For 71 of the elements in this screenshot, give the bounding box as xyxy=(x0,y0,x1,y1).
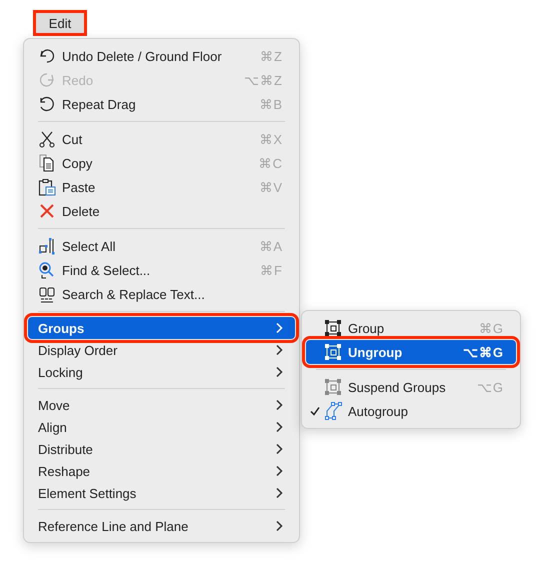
menu-item-label: Cut xyxy=(62,132,84,146)
menu-item[interactable]: Delete xyxy=(28,199,295,223)
menu-item-label: Undo Delete / Ground Floor xyxy=(62,48,223,64)
menu-item-label: Reshape xyxy=(38,464,92,478)
menu-item-label: Search & Replace Text... xyxy=(62,286,206,302)
menu-item-label: Ungroup xyxy=(348,344,404,360)
menu-item[interactable]: Reference Line and Plane xyxy=(28,515,295,537)
menu-item-label: Element Settings xyxy=(38,486,138,500)
scissors-icon xyxy=(38,130,56,148)
menu-item[interactable]: Ungroup ⌥⌘G xyxy=(306,340,516,364)
menu-item[interactable]: Undo Delete / Ground Floor ⌘Z xyxy=(28,44,295,68)
menu-item[interactable]: Groups xyxy=(28,317,295,339)
shortcut-label: ⌘A xyxy=(259,238,283,254)
menu-item[interactable]: Autogroup xyxy=(306,399,516,423)
menu-item-label: Paste xyxy=(62,180,96,194)
delete-icon xyxy=(38,202,56,220)
shortcut-label: ⌘X xyxy=(259,132,283,146)
shortcut-label: ⌘V xyxy=(259,180,283,194)
redo-icon xyxy=(38,71,56,89)
menu-item-label: Repeat Drag xyxy=(62,96,137,112)
menu-item-label: Redo xyxy=(62,72,94,88)
menu-item[interactable]: Paste ⌘V xyxy=(28,175,295,199)
shortcut-label: ⌘F xyxy=(260,262,283,278)
shortcut-label: ⌘Z xyxy=(260,48,283,64)
select-all-icon xyxy=(38,237,56,255)
menu-item-label: Align xyxy=(38,420,68,434)
menu-item[interactable]: Reshape xyxy=(28,460,295,482)
shortcut-label: ⌥⌘G xyxy=(462,344,504,360)
menu-item-label: Copy xyxy=(62,156,94,170)
menu-item-label: Find & Select... xyxy=(62,262,152,278)
shortcut-label: ⌘G xyxy=(478,320,504,336)
menu-item[interactable]: Select All ⌘A xyxy=(28,234,295,258)
menu-item[interactable]: Copy ⌘C xyxy=(28,151,295,175)
menu-item[interactable]: Find & Select... ⌘F xyxy=(28,258,295,282)
find-select-icon xyxy=(38,261,56,279)
paste-icon xyxy=(38,178,56,196)
menu-item[interactable]: Align xyxy=(28,416,295,438)
menu-item[interactable]: Locking xyxy=(28,361,295,383)
menu-item[interactable]: Repeat Drag ⌘B xyxy=(28,92,295,116)
menu-item-label: Distribute xyxy=(38,442,94,456)
menu-item[interactable]: Display Order xyxy=(28,339,295,361)
shortcut-label: ⌥G xyxy=(476,380,504,394)
shortcut-label: ⌘C xyxy=(258,156,283,170)
group-icon xyxy=(324,378,342,396)
menu-item-label: Suspend Groups xyxy=(348,380,447,394)
menu-item[interactable]: Suspend Groups ⌥G xyxy=(306,375,516,399)
menu-item[interactable]: Cut ⌘X xyxy=(28,127,295,151)
menu-item-label: Reference Line and Plane xyxy=(38,518,190,534)
menu-item[interactable]: Group ⌘G xyxy=(306,316,516,340)
menu-item-label: Delete xyxy=(62,204,101,218)
group-icon xyxy=(324,343,342,361)
group-icon xyxy=(324,319,342,337)
menu-item-label: Move xyxy=(38,398,71,412)
menu-item-label: Group xyxy=(348,320,386,336)
edit-menu-button[interactable]: Edit xyxy=(33,10,87,36)
menu-item[interactable]: Search & Replace Text... xyxy=(28,282,295,306)
copy-icon xyxy=(38,154,56,172)
repeat-icon xyxy=(38,95,56,113)
menu-item-label: Groups xyxy=(38,320,86,336)
menu-item-label: Locking xyxy=(38,364,84,380)
shortcut-label: ⌘B xyxy=(259,96,283,112)
undo-icon xyxy=(38,47,56,65)
binoculars-icon xyxy=(38,285,56,303)
menu-item[interactable]: Distribute xyxy=(28,438,295,460)
menu-item-label: Autogroup xyxy=(348,404,409,418)
menu-item-label: Select All xyxy=(62,238,116,254)
menu-item-label: Display Order xyxy=(38,342,118,358)
menu-item[interactable]: Move xyxy=(28,394,295,416)
autogroup-icon xyxy=(324,402,342,420)
shortcut-label: ⌥⌘Z xyxy=(244,72,283,88)
menu-item[interactable]: Element Settings xyxy=(28,482,295,504)
